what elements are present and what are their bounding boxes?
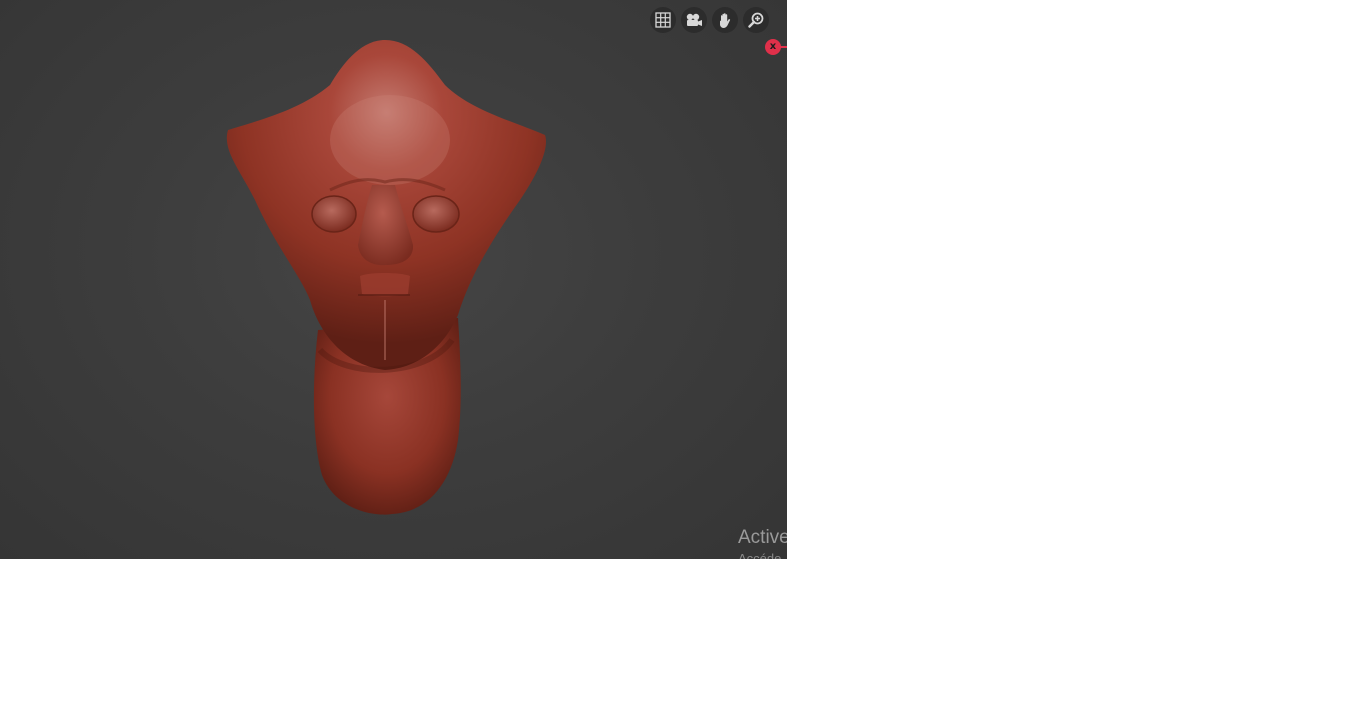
pan-button[interactable]	[712, 7, 738, 33]
activate-windows-title: Active	[738, 527, 787, 548]
3d-viewport[interactable]: x Active Accéde	[0, 0, 787, 559]
camera-icon	[686, 13, 702, 26]
sculpted-head-mesh	[226, 40, 546, 515]
activate-windows-subtitle: Accéde	[738, 551, 782, 559]
camera-button[interactable]	[681, 7, 707, 33]
zoom-icon	[748, 12, 764, 28]
grid-icon	[655, 12, 671, 28]
close-connector-line	[780, 46, 787, 48]
hand-pan-icon	[720, 12, 731, 28]
navigation-toolbar	[650, 7, 769, 33]
close-button[interactable]: x	[765, 39, 781, 55]
zoom-button[interactable]	[743, 7, 769, 33]
grid-button[interactable]	[650, 7, 676, 33]
